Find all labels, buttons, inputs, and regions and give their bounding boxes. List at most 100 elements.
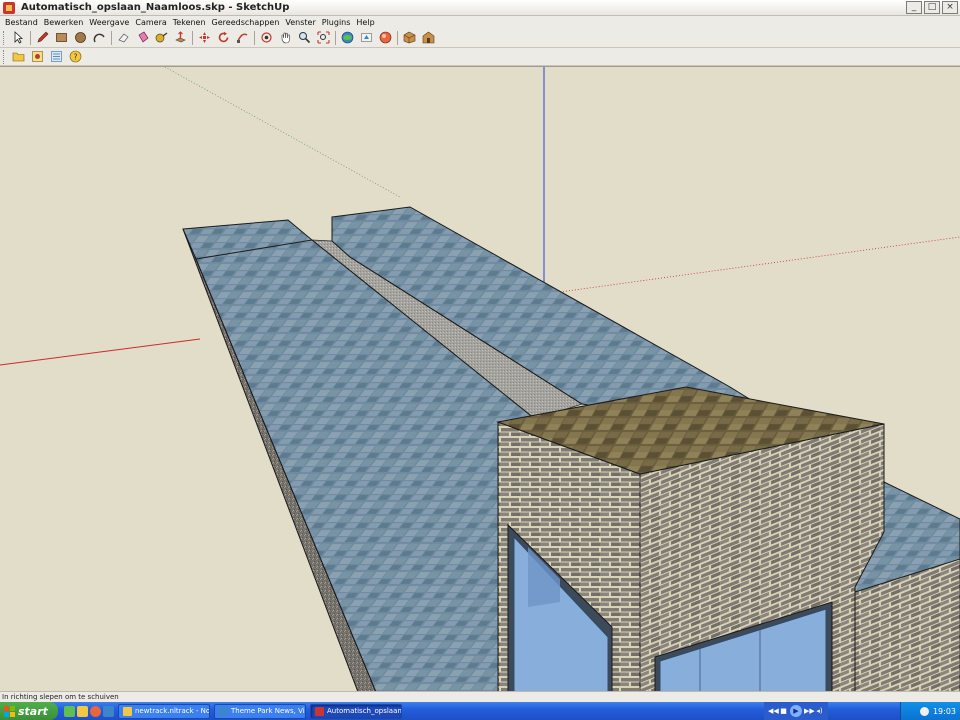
clock[interactable]: 19:03 — [933, 707, 956, 716]
maximize-button[interactable]: □ — [924, 1, 940, 14]
follow-me-icon — [237, 33, 248, 43]
menu-tekenen[interactable]: Tekenen — [170, 18, 209, 27]
help-icon: ? — [69, 50, 82, 63]
sketchup-logo-icon — [3, 1, 15, 14]
zoom-tool-button[interactable] — [295, 29, 314, 46]
zoom-extents-tool-button[interactable] — [314, 29, 333, 46]
sketchup-ruby-icon — [32, 51, 43, 62]
stop-button[interactable]: ■ — [779, 707, 788, 716]
rotate-tool-button[interactable] — [214, 29, 233, 46]
components-icon — [403, 31, 416, 44]
open-folder-icon — [12, 52, 25, 62]
status-text: In richting slepen om te schuiven — [2, 693, 119, 701]
toolbar-grip[interactable] — [3, 49, 6, 64]
warehouse-icon — [422, 31, 435, 44]
taskbar-item-themepark[interactable]: Theme Park News, Vi... — [214, 703, 306, 719]
sketchup-task-icon — [315, 706, 324, 716]
play-button[interactable]: ▶ — [790, 705, 802, 717]
paint-bucket-tool-button[interactable] — [133, 29, 152, 46]
sketchup-window: Automatisch_opslaan_Naamloos.skp - Sketc… — [0, 0, 960, 720]
outliner-icon — [51, 51, 62, 62]
menu-help[interactable]: Help — [353, 18, 377, 27]
follow-me-tool-button[interactable] — [233, 29, 252, 46]
browser-icon[interactable] — [90, 705, 101, 717]
model-viewport[interactable] — [0, 66, 960, 691]
quick-launch — [64, 705, 114, 717]
start-label: start — [18, 704, 48, 718]
explorer-icon[interactable] — [77, 705, 88, 717]
system-tray: 19:03 — [900, 702, 960, 720]
next-track-button[interactable]: ▶▶ — [804, 707, 815, 716]
tape-measure-tool-button[interactable] — [152, 29, 171, 46]
toolbar-separator — [397, 30, 398, 45]
desktop-icon[interactable] — [64, 705, 75, 717]
get-models-tool-button[interactable] — [338, 29, 357, 46]
orbit-tool-button[interactable] — [257, 29, 276, 46]
secondary-toolbar: ? — [0, 48, 960, 66]
ruby-console-button[interactable] — [28, 48, 47, 65]
svg-text:?: ? — [73, 53, 77, 62]
warehouse-tool-button[interactable] — [419, 29, 438, 46]
menu-gereedschappen[interactable]: Gereedschappen — [209, 18, 283, 27]
pan-tool-button[interactable] — [276, 29, 295, 46]
windows-logo-icon — [4, 705, 15, 717]
task-label: Automatisch_opslaan... — [327, 707, 402, 715]
taskbar-item-newtrack[interactable]: newtrack.nltrack - No... — [118, 703, 210, 719]
help-button[interactable]: ? — [66, 48, 85, 65]
toolbar-grip[interactable] — [3, 30, 6, 45]
circle-tool-button[interactable] — [71, 29, 90, 46]
model-canvas — [0, 67, 960, 691]
open-folder-button[interactable] — [9, 48, 28, 65]
red-axis-dotted-line — [559, 236, 960, 293]
tray-network-icon[interactable] — [919, 706, 929, 716]
eraser-tool-button[interactable] — [114, 29, 133, 46]
push-pull-tool-button[interactable] — [171, 29, 190, 46]
taskbar-item-sketchup[interactable]: Automatisch_opslaan... — [310, 703, 402, 719]
start-button[interactable]: start — [0, 702, 58, 720]
green-axis-line — [164, 67, 401, 198]
pencil-icon — [37, 31, 49, 43]
menu-venster[interactable]: Venster — [282, 18, 318, 27]
outliner-button[interactable] — [47, 48, 66, 65]
components-tool-button[interactable] — [400, 29, 419, 46]
task-label: newtrack.nltrack - No... — [135, 707, 210, 715]
window-title: Automatisch_opslaan_Naamloos.skp - Sketc… — [21, 2, 290, 13]
toolbar-separator — [254, 30, 255, 45]
share-model-tool-button[interactable] — [357, 29, 376, 46]
menu-bewerken[interactable]: Bewerken — [41, 18, 87, 27]
menu-plugins[interactable]: Plugins — [319, 18, 354, 27]
pencil-tool-button[interactable] — [33, 29, 52, 46]
select-tool-button[interactable] — [9, 29, 28, 46]
volume-icon[interactable]: ◂) — [815, 707, 824, 716]
zoom-extents-icon — [317, 31, 330, 44]
google-earth-icon — [379, 31, 392, 44]
get-models-icon — [341, 31, 354, 44]
tape-measure-icon — [155, 32, 168, 43]
previous-track-button[interactable]: ◀◀ — [768, 707, 779, 716]
push-pull-icon — [175, 31, 186, 43]
media-icon[interactable] — [103, 705, 114, 717]
status-bar: In richting slepen om te schuiven — [0, 691, 960, 702]
notepad-icon — [123, 706, 132, 716]
google-earth-tool-button[interactable] — [376, 29, 395, 46]
close-button[interactable]: × — [942, 1, 958, 14]
title-bar[interactable]: Automatisch_opslaan_Naamloos.skp - Sketc… — [0, 0, 960, 16]
minimize-button[interactable]: _ — [906, 1, 922, 14]
share-model-icon — [361, 33, 372, 42]
arc-tool-button[interactable] — [90, 29, 109, 46]
browser-window-icon — [219, 706, 228, 716]
eraser-icon — [118, 33, 129, 43]
menu-weergave[interactable]: Weergave — [86, 18, 132, 27]
menu-camera[interactable]: Camera — [132, 18, 169, 27]
move-icon — [199, 32, 210, 43]
circle-icon — [75, 32, 86, 43]
task-label: Theme Park News, Vi... — [231, 707, 306, 715]
main-toolbar — [0, 28, 960, 48]
orbit-icon — [261, 32, 272, 43]
rectangle-tool-button[interactable] — [52, 29, 71, 46]
toolbar-separator — [30, 30, 31, 45]
move-tool-button[interactable] — [195, 29, 214, 46]
zoom-icon — [299, 32, 311, 44]
select-icon — [14, 31, 24, 44]
menu-bestand[interactable]: Bestand — [2, 18, 41, 27]
